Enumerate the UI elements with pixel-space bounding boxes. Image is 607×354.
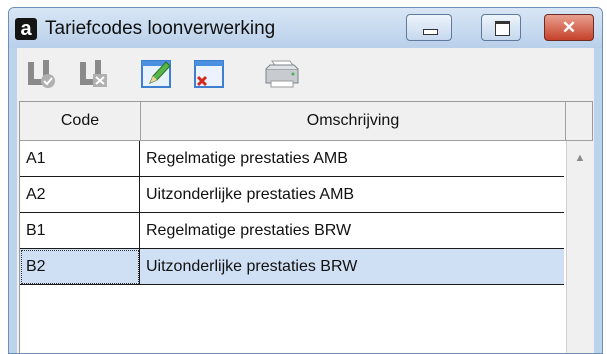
title-bar[interactable]: a Tariefcodes loonverwerking ✕ — [9, 8, 602, 48]
table-row[interactable]: B1 Regelmatige prestaties BRW — [20, 213, 564, 249]
scroll-up-icon[interactable]: ▲ — [571, 149, 589, 167]
window-title: Tariefcodes loonverwerking — [45, 18, 275, 40]
save-disabled-button — [25, 57, 59, 91]
column-header-description[interactable]: Omschrijving — [141, 102, 566, 140]
maximize-button[interactable] — [481, 14, 521, 41]
print-button[interactable] — [262, 57, 302, 91]
delete-icon — [192, 57, 226, 91]
cell-code: A2 — [20, 177, 140, 213]
cell-code: A1 — [20, 141, 140, 177]
cell-code: B1 — [20, 213, 140, 249]
table-row[interactable]: A1 Regelmatige prestaties AMB — [20, 141, 564, 177]
grid-header: Code Omschrijving — [20, 102, 592, 141]
edit-icon — [140, 57, 174, 91]
cell-description: Uitzonderlijke prestaties AMB — [140, 177, 564, 213]
cancel-disabled-icon — [77, 57, 111, 91]
minimize-icon — [423, 29, 438, 35]
cell-code: B2 — [20, 249, 140, 285]
cancel-disabled-button — [77, 57, 111, 91]
printer-icon — [262, 57, 302, 91]
column-header-code[interactable]: Code — [20, 102, 141, 140]
table-row-selected[interactable]: B2 Uitzonderlijke prestaties BRW — [20, 249, 564, 285]
cell-description: Regelmatige prestaties AMB — [140, 141, 564, 177]
app-icon: a — [15, 18, 37, 40]
tariff-code-grid: Code Omschrijving A1 Regelmatige prestat… — [19, 101, 593, 354]
close-button[interactable]: ✕ — [544, 14, 594, 41]
maximize-icon — [495, 21, 510, 36]
column-header-filler — [566, 102, 592, 140]
minimize-button[interactable] — [406, 14, 452, 41]
cell-description: Regelmatige prestaties BRW — [140, 213, 564, 249]
edit-button[interactable] — [140, 57, 174, 91]
row-divider — [20, 284, 564, 285]
table-row[interactable]: A2 Uitzonderlijke prestaties AMB — [20, 177, 564, 213]
delete-button[interactable] — [192, 57, 226, 91]
app-window: a Tariefcodes loonverwerking ✕ Code Omsc… — [8, 7, 603, 354]
vertical-scrollbar[interactable]: ▲ — [566, 141, 593, 354]
client-area: Code Omschrijving A1 Regelmatige prestat… — [17, 48, 594, 353]
toolbar — [17, 48, 594, 98]
save-disabled-icon — [25, 57, 59, 91]
cell-description: Uitzonderlijke prestaties BRW — [140, 249, 564, 285]
close-icon: ✕ — [545, 15, 593, 40]
